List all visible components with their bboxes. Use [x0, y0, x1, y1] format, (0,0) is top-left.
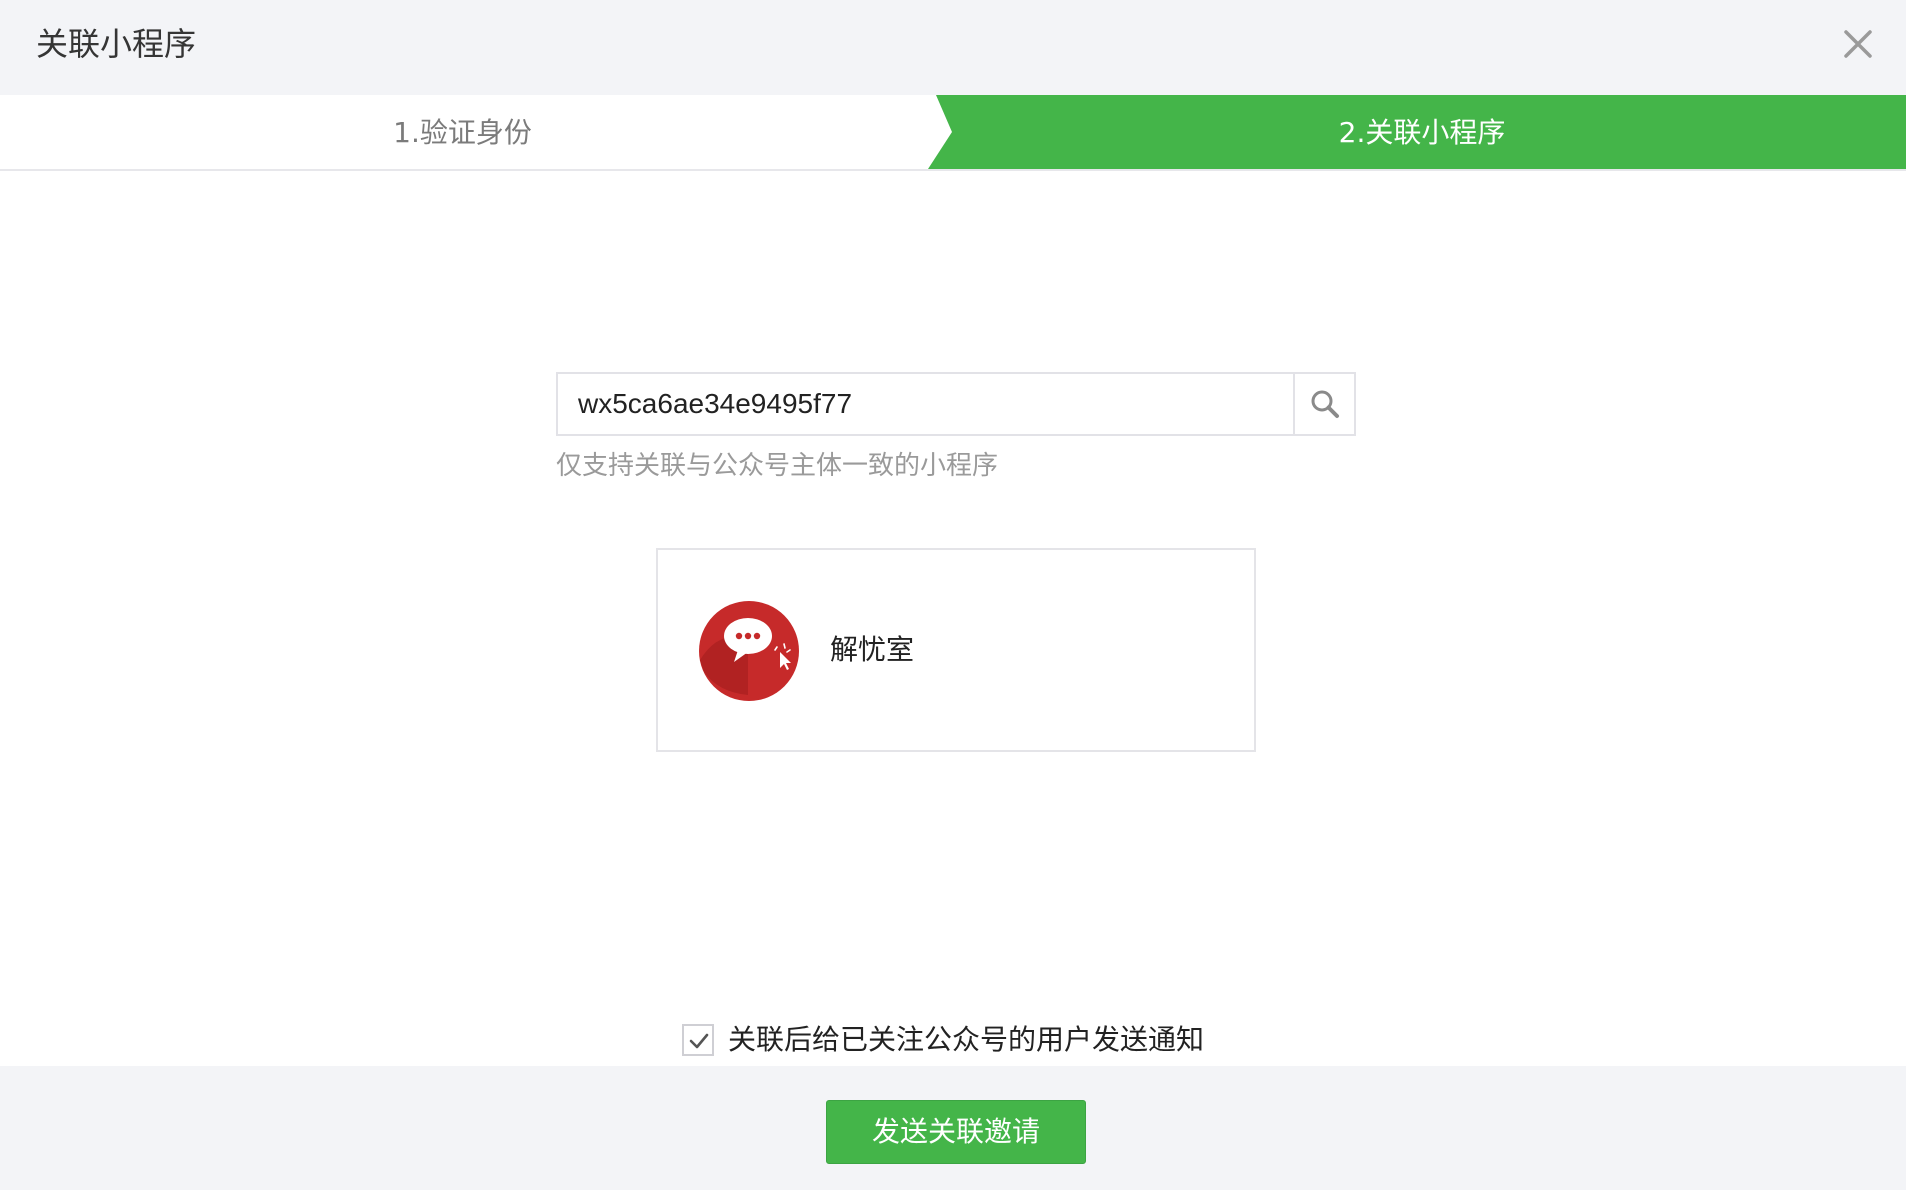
dialog-header: 关联小程序: [0, 0, 1906, 95]
appid-search-box: [556, 372, 1356, 436]
dialog-footer: 发送关联邀请: [0, 1066, 1906, 1190]
appid-search-input[interactable]: [558, 374, 1293, 434]
step-indicator: 1.验证身份 2.关联小程序: [0, 95, 1906, 171]
search-icon: [1311, 390, 1339, 418]
speech-bubble-icon: [699, 601, 799, 701]
app-avatar: [698, 600, 800, 702]
step-1: 1.验证身份: [393, 116, 532, 149]
associate-miniprogram-dialog: 关联小程序 1.验证身份 2.关联小程序 仅支持关联与公众号主体一致的小程序: [0, 0, 1906, 1190]
checkmark-icon: [689, 1033, 709, 1049]
close-icon[interactable]: [1838, 24, 1878, 64]
step-2: 2.关联小程序: [1338, 116, 1506, 149]
send-invitation-button[interactable]: 发送关联邀请: [826, 1100, 1086, 1164]
search-button[interactable]: [1293, 374, 1354, 434]
app-name: 解忧室: [830, 633, 915, 666]
dialog-title: 关联小程序: [36, 25, 197, 63]
search-hint: 仅支持关联与公众号主体一致的小程序: [556, 451, 999, 481]
miniprogram-result-card[interactable]: 解忧室: [656, 548, 1256, 752]
notify-label: 关联后给已关注公众号的用户发送通知: [728, 1023, 1205, 1056]
notify-checkbox[interactable]: [682, 1024, 714, 1056]
